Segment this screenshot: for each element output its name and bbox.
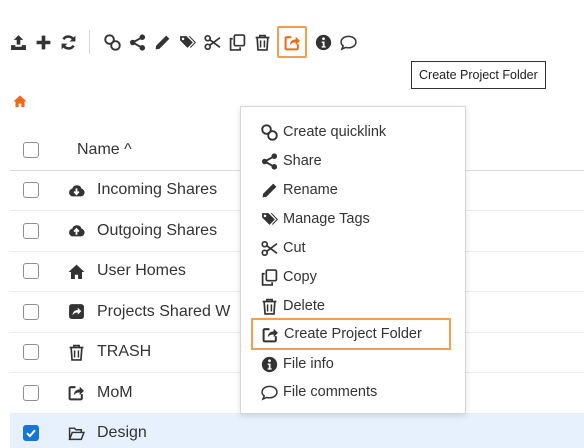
item-name[interactable]: Outgoing Shares — [97, 222, 217, 240]
project-folder-icon — [262, 326, 279, 343]
home-icon[interactable] — [12, 94, 28, 108]
tags-icon — [261, 211, 278, 228]
home-icon — [68, 263, 85, 280]
list-item[interactable]: Design — [10, 413, 584, 448]
name-column-header[interactable]: Name ^ — [77, 141, 132, 159]
info-icon — [315, 34, 332, 51]
menu-item-manage-tags[interactable]: Manage Tags — [259, 206, 370, 232]
menu-item-label: File comments — [283, 384, 378, 400]
menu-item-label: Manage Tags — [283, 211, 370, 227]
share-button[interactable] — [125, 28, 149, 56]
context-menu: Create quicklink Share Rename Manage Tag… — [240, 106, 466, 414]
share-square-icon — [68, 303, 85, 320]
row-checkbox[interactable] — [23, 263, 39, 280]
create-project-folder-button[interactable] — [277, 26, 307, 58]
select-all-checkbox[interactable] — [23, 141, 39, 158]
manage-tags-button[interactable] — [175, 28, 199, 56]
tags-icon — [179, 34, 196, 51]
trash-icon — [68, 344, 85, 361]
row-checkbox[interactable] — [23, 344, 39, 361]
item-name[interactable]: Design — [97, 424, 147, 442]
row-checkbox[interactable] — [23, 425, 39, 442]
copy-icon — [229, 34, 246, 51]
menu-item-label: Copy — [283, 269, 317, 285]
menu-item-share[interactable]: Share — [259, 148, 322, 174]
menu-item-label: Delete — [283, 298, 325, 314]
item-name[interactable]: TRASH — [97, 343, 151, 361]
scissors-icon — [204, 34, 221, 51]
toolbar-divider — [89, 30, 90, 54]
delete-button[interactable] — [250, 28, 274, 56]
menu-item-label: Cut — [283, 240, 306, 256]
copy-button[interactable] — [225, 28, 249, 56]
item-name[interactable]: User Homes — [97, 262, 186, 280]
trash-icon — [261, 298, 278, 315]
rename-button[interactable] — [150, 28, 174, 56]
menu-item-label: Share — [283, 153, 322, 169]
menu-item-label: Rename — [283, 182, 338, 198]
file-comments-button[interactable] — [336, 28, 360, 56]
menu-item-delete[interactable]: Delete — [259, 293, 325, 319]
row-checkbox[interactable] — [23, 303, 39, 320]
menu-item-copy[interactable]: Copy — [259, 264, 317, 290]
link-icon — [261, 124, 278, 141]
tooltip: Create Project Folder — [411, 61, 546, 89]
project-folder-icon — [284, 34, 301, 51]
toolbar — [6, 26, 361, 58]
item-name[interactable]: Incoming Shares — [97, 181, 217, 199]
menu-item-file-comments[interactable]: File comments — [259, 379, 377, 405]
menu-item-label: File info — [283, 356, 334, 372]
add-button[interactable] — [31, 28, 55, 56]
upload-button[interactable] — [6, 28, 30, 56]
cloud-download-icon — [68, 182, 85, 199]
menu-item-file-info[interactable]: File info — [259, 351, 334, 377]
row-checkbox[interactable] — [23, 222, 39, 239]
menu-item-create-quicklink[interactable]: Create quicklink — [259, 119, 386, 145]
cut-button[interactable] — [200, 28, 224, 56]
item-name[interactable]: MoM — [97, 384, 133, 402]
refresh-icon — [60, 34, 77, 51]
info-icon — [261, 356, 278, 373]
file-info-button[interactable] — [311, 28, 335, 56]
upload-icon — [10, 34, 27, 51]
copy-icon — [261, 269, 278, 286]
pencil-icon — [154, 34, 171, 51]
cloud-upload-icon — [68, 222, 85, 239]
menu-item-create-project-folder[interactable]: Create Project Folder — [251, 318, 451, 350]
menu-item-rename[interactable]: Rename — [259, 177, 338, 203]
comment-icon — [261, 384, 278, 401]
menu-item-label: Create Project Folder — [284, 326, 422, 342]
comment-icon — [340, 34, 357, 51]
item-name[interactable]: Projects Shared W — [97, 303, 230, 321]
menu-item-cut[interactable]: Cut — [259, 235, 306, 261]
row-checkbox[interactable] — [23, 182, 39, 199]
link-icon — [104, 34, 121, 51]
plus-icon — [35, 34, 52, 51]
menu-item-label: Create quicklink — [283, 124, 387, 140]
quicklink-button[interactable] — [100, 28, 124, 56]
project-folder-icon — [68, 384, 85, 401]
pencil-icon — [261, 182, 278, 199]
share-icon — [129, 34, 146, 51]
trash-icon — [254, 34, 271, 51]
refresh-button[interactable] — [56, 28, 80, 56]
checkmark-icon — [26, 429, 36, 438]
scissors-icon — [261, 240, 278, 257]
row-checkbox[interactable] — [23, 384, 39, 401]
share-icon — [261, 153, 278, 170]
folder-open-icon — [68, 425, 85, 442]
